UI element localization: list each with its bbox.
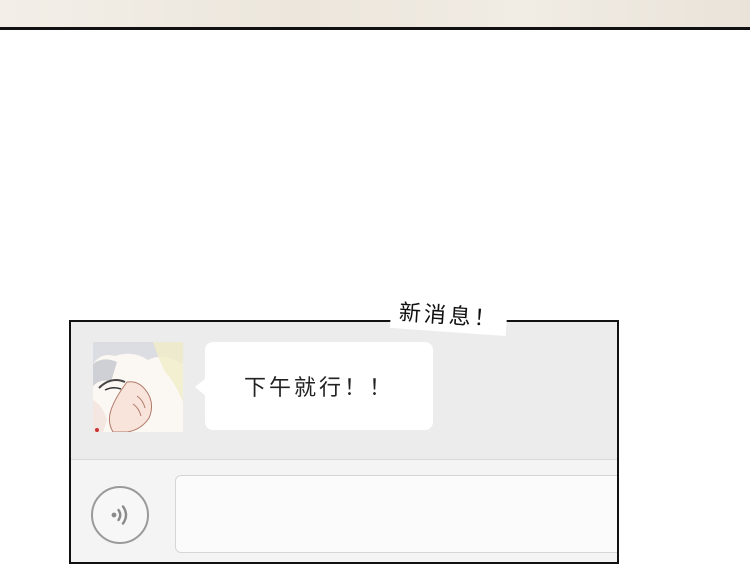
contact-avatar[interactable] [93,342,183,432]
previous-panel-strip [0,0,750,30]
chat-window: 下午就行！！ [69,320,619,564]
message-input[interactable] [175,475,617,553]
message-text: 下午就行！！ [243,376,394,401]
avatar-illustration [93,342,183,432]
voice-wave-icon [111,505,128,525]
input-bar [71,459,617,562]
message-bubble: 下午就行！！ [195,342,433,430]
voice-button[interactable] [91,486,149,544]
